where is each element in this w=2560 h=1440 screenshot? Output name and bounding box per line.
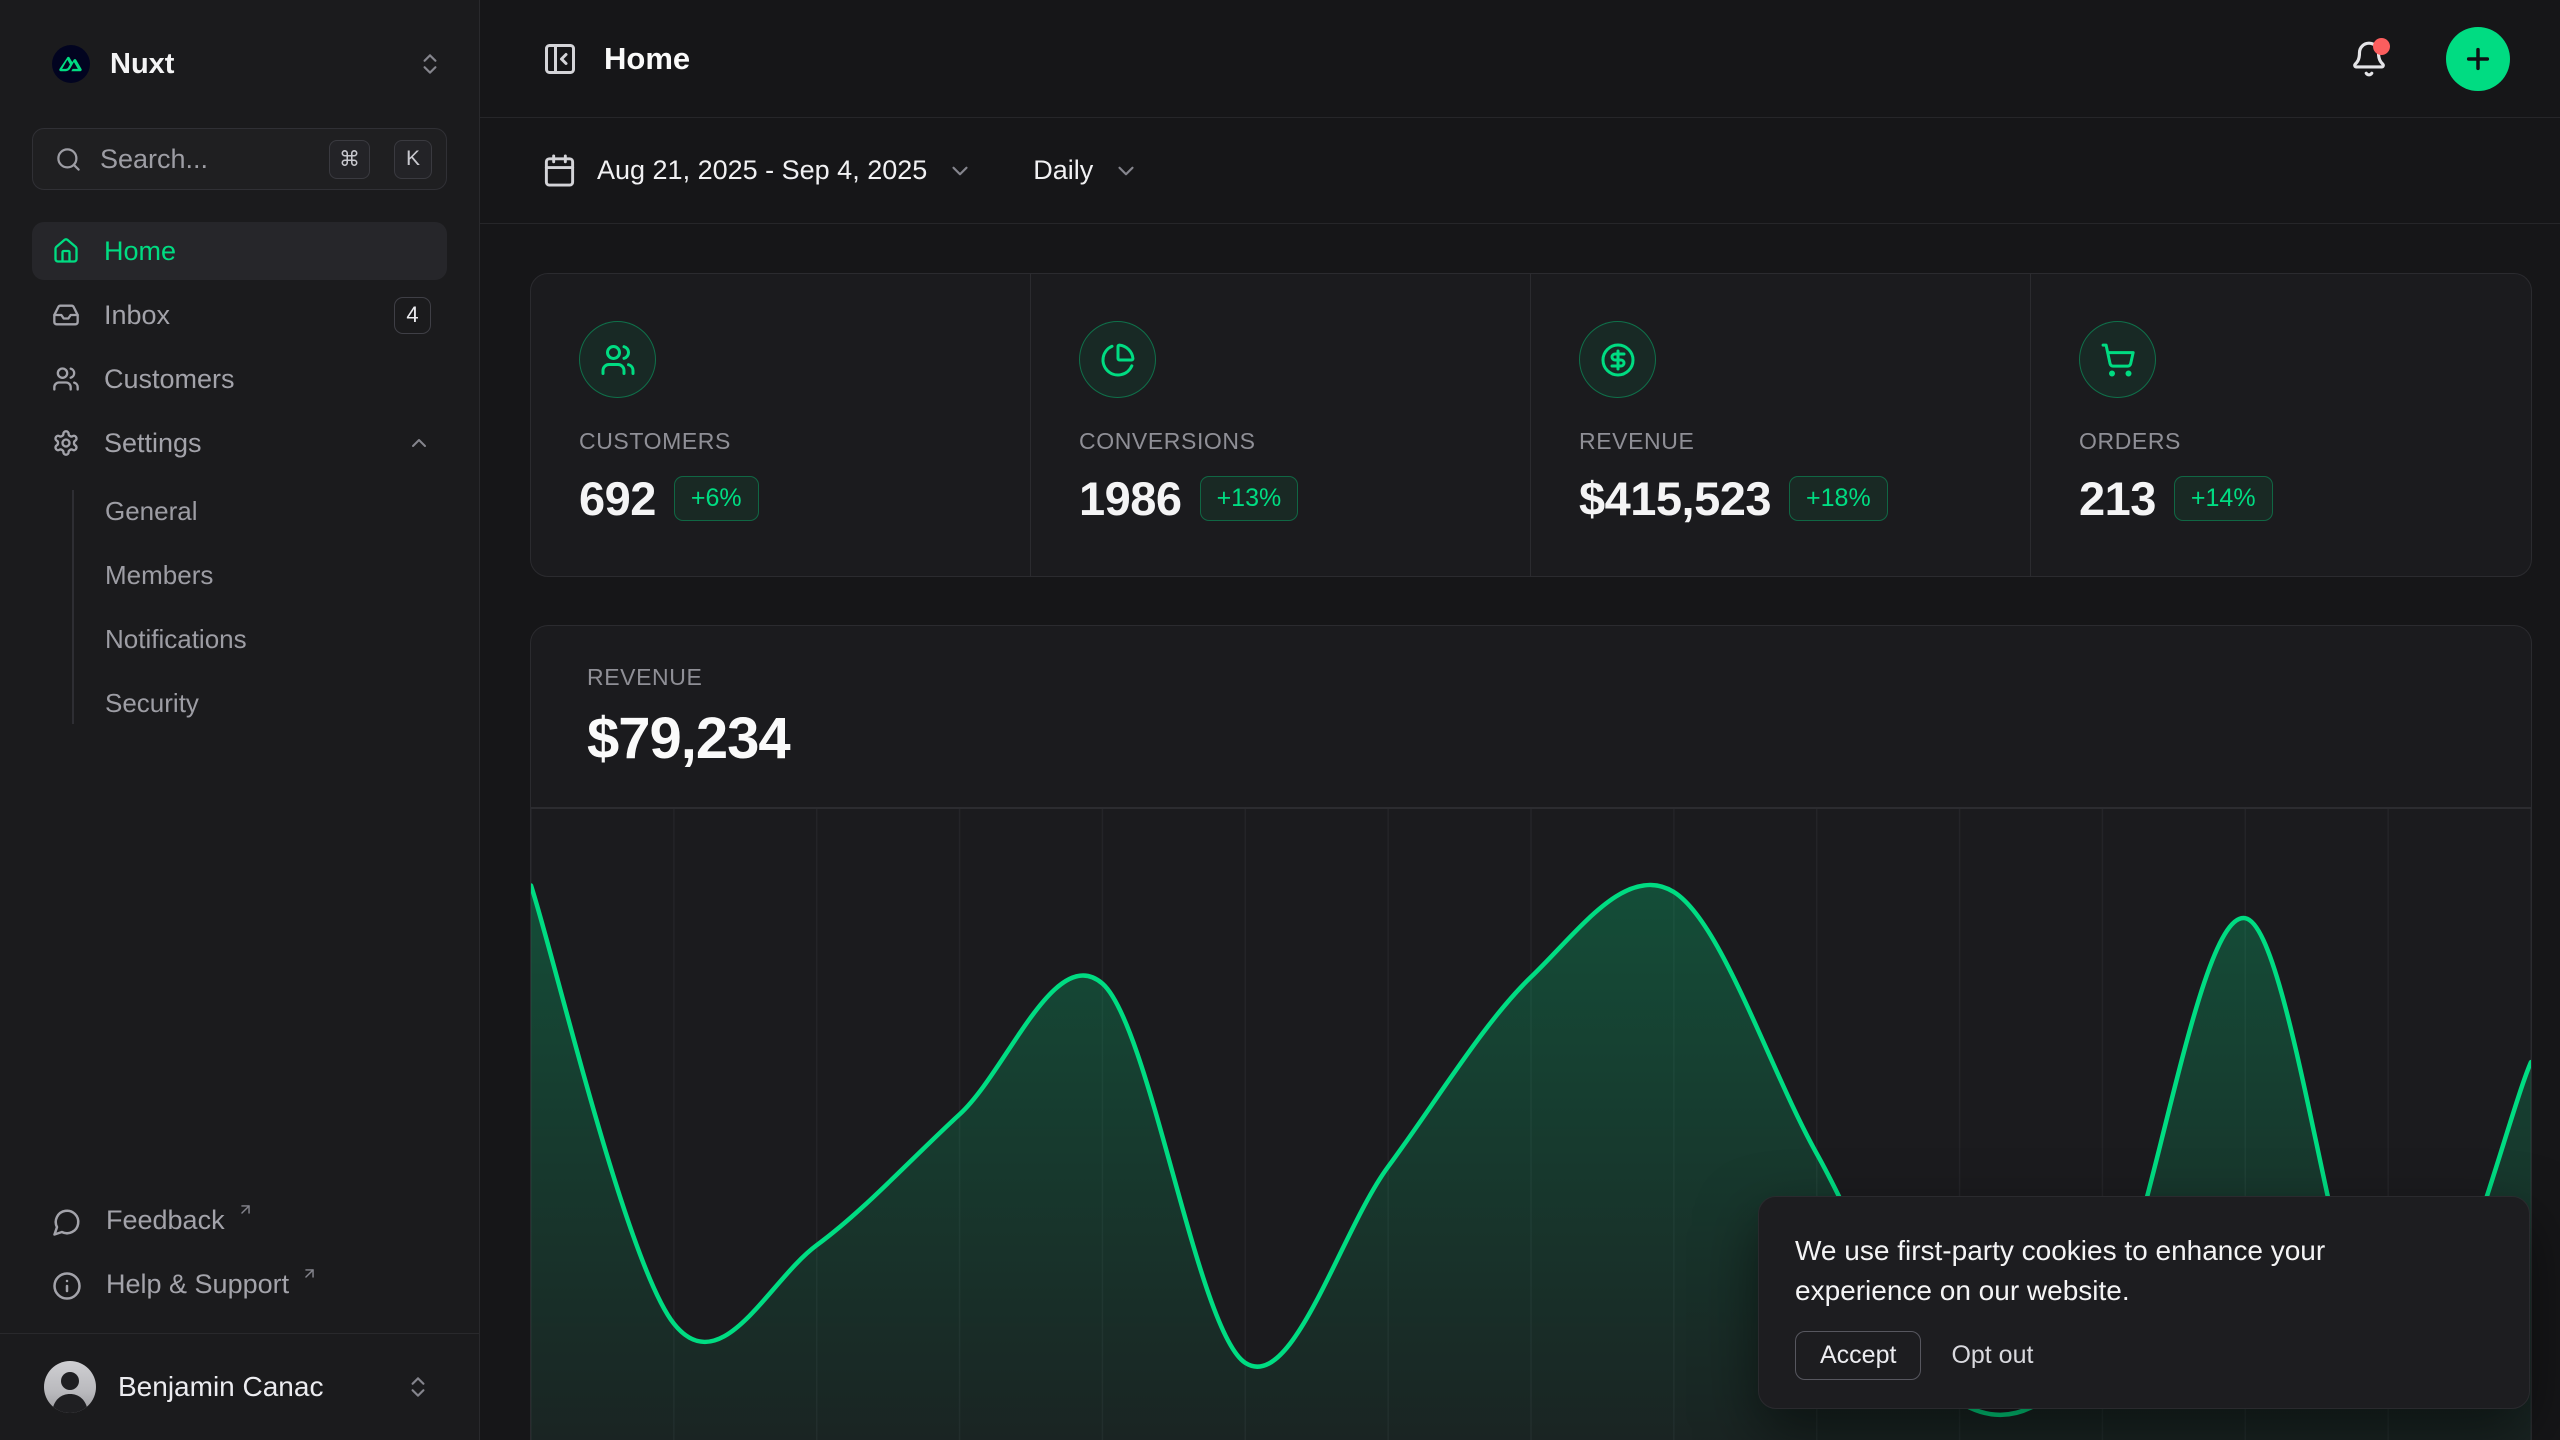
users-icon (579, 321, 656, 398)
avatar (44, 1361, 96, 1413)
sidebar-item-settings[interactable]: Settings (32, 414, 447, 472)
chevron-up-icon (407, 431, 431, 455)
add-button[interactable] (2446, 27, 2510, 91)
sidebar-user-section: Benjamin Canac (0, 1333, 479, 1440)
stat-delta-badge: +6% (674, 476, 759, 521)
chevrons-up-down-icon (405, 1374, 431, 1400)
stat-delta-badge: +18% (1789, 476, 1888, 521)
sidebar-item-home[interactable]: Home (32, 222, 447, 280)
feedback-label: Feedback (106, 1205, 225, 1236)
search-icon (55, 146, 82, 173)
stat-delta-badge: +14% (2174, 476, 2273, 521)
users-icon (52, 365, 80, 393)
sidebar-item-label: Settings (104, 428, 383, 459)
sidebar-item-label: Customers (104, 364, 431, 395)
user-menu-button[interactable]: Benjamin Canac (32, 1348, 447, 1426)
pie-chart-icon (1079, 321, 1156, 398)
gear-icon (52, 429, 80, 457)
chevron-down-icon (947, 158, 973, 184)
top-header: Home (480, 0, 2560, 118)
stat-label: REVENUE (1579, 428, 1990, 455)
search-input[interactable]: Search... ⌘ K (32, 128, 447, 190)
sidebar-item-label: Inbox (104, 300, 370, 331)
sidebar-footer: Feedback Help & Support (32, 1195, 447, 1333)
chevron-down-icon (1113, 158, 1139, 184)
plus-icon (2462, 43, 2494, 75)
stat-card-customers: CUSTOMERS 692 +6% (531, 274, 1031, 576)
stat-label: CONVERSIONS (1079, 428, 1490, 455)
page-title: Home (604, 41, 2324, 77)
stat-value: 692 (579, 471, 656, 526)
stat-card-orders: ORDERS 213 +14% (2031, 274, 2531, 576)
feedback-link[interactable]: Feedback (32, 1195, 447, 1251)
sidebar-item-customers[interactable]: Customers (32, 350, 447, 408)
search-placeholder: Search... (100, 144, 305, 175)
stat-delta-badge: +13% (1200, 476, 1299, 521)
dollar-circle-icon (1579, 321, 1656, 398)
kbd-k: K (394, 140, 432, 179)
date-range-picker[interactable]: Aug 21, 2025 - Sep 4, 2025 (542, 153, 973, 188)
stat-card-conversions: CONVERSIONS 1986 +13% (1031, 274, 1531, 576)
granularity-label: Daily (1033, 155, 1093, 186)
kbd-cmd: ⌘ (329, 140, 370, 179)
cookie-banner: We use first-party cookies to enhance yo… (1758, 1196, 2530, 1409)
stats-row: CUSTOMERS 692 +6% CONVERSIONS 1986 +13% (530, 273, 2532, 577)
notifications-button[interactable] (2350, 40, 2388, 78)
info-circle-icon (52, 1271, 82, 1301)
cookie-message: We use first-party cookies to enhance yo… (1795, 1231, 2415, 1311)
sidebar-spacer (32, 730, 447, 1195)
stat-card-revenue: REVENUE $415,523 +18% (1531, 274, 2031, 576)
settings-subnav: General Members Notifications Security (32, 486, 447, 728)
external-link-arrow-icon (237, 1201, 254, 1218)
stat-label: ORDERS (2079, 428, 2491, 455)
calendar-icon (542, 153, 577, 188)
chevrons-up-down-icon (417, 51, 443, 77)
notification-dot (2373, 38, 2390, 55)
stat-value: 1986 (1079, 471, 1182, 526)
revenue-panel-value: $79,234 (587, 705, 2531, 772)
sidebar-subitem-notifications[interactable]: Notifications (105, 614, 447, 664)
collapse-sidebar-icon[interactable] (542, 41, 578, 77)
cookie-accept-button[interactable]: Accept (1795, 1331, 1921, 1380)
stat-label: CUSTOMERS (579, 428, 990, 455)
help-support-link[interactable]: Help & Support (32, 1259, 447, 1315)
brand-name: Nuxt (110, 48, 397, 81)
user-name: Benjamin Canac (118, 1371, 383, 1403)
shopping-cart-icon (2079, 321, 2156, 398)
sidebar-subitem-general[interactable]: General (105, 486, 447, 536)
inbox-count-badge: 4 (394, 297, 431, 334)
stat-value: 213 (2079, 471, 2156, 526)
sidebar-subitem-members[interactable]: Members (105, 550, 447, 600)
date-range-label: Aug 21, 2025 - Sep 4, 2025 (597, 155, 927, 186)
filter-bar: Aug 21, 2025 - Sep 4, 2025 Daily (480, 118, 2560, 224)
stat-value: $415,523 (1579, 471, 1771, 526)
cookie-optout-button[interactable]: Opt out (1951, 1341, 2033, 1370)
revenue-panel-label: REVENUE (587, 664, 2531, 691)
message-bubble-icon (52, 1207, 82, 1237)
inbox-icon (52, 301, 80, 329)
sidebar-nav: Home Inbox 4 Customers Settings General … (32, 222, 447, 730)
sidebar-subitem-security[interactable]: Security (105, 678, 447, 728)
help-support-label: Help & Support (106, 1269, 289, 1300)
sidebar-item-inbox[interactable]: Inbox 4 (32, 286, 447, 344)
team-switcher[interactable]: Nuxt (32, 0, 447, 128)
home-icon (52, 237, 80, 265)
nuxt-logo-icon (52, 45, 90, 83)
sidebar: Nuxt Search... ⌘ K Home Inbox 4 Customer… (0, 0, 480, 1440)
granularity-select[interactable]: Daily (1033, 155, 1139, 186)
sidebar-item-label: Home (104, 236, 431, 267)
external-link-arrow-icon (301, 1265, 318, 1282)
